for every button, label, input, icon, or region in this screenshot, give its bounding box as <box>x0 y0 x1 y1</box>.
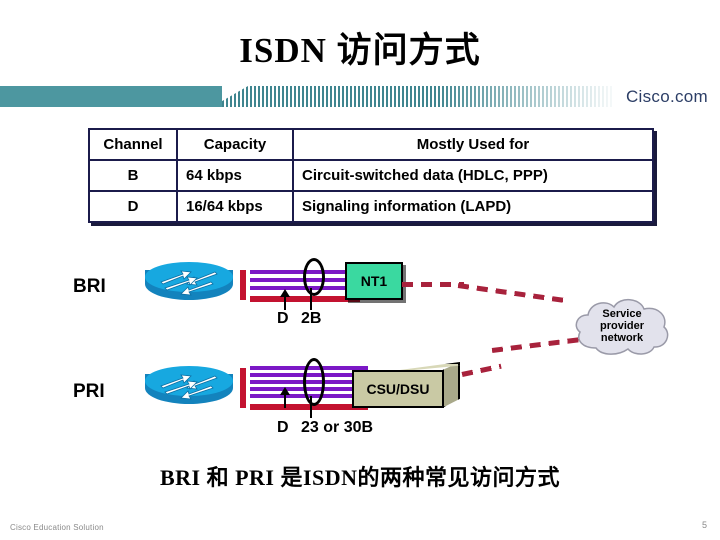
cloud-label-line1: Service <box>602 308 642 320</box>
csu-dsu-label: CSU/DSU <box>352 370 444 408</box>
cell-used-for: Circuit-switched data (HDLC, PPP) <box>292 159 654 192</box>
cisco-com-brand: Cisco.com <box>625 87 708 106</box>
page-title: ISDN 访问方式 <box>239 31 481 70</box>
pri-wan-link <box>491 337 582 353</box>
table-row: D 16/64 kbps Signaling information (LAPD… <box>88 190 654 223</box>
table-header-row: Channel Capacity Mostly Used for <box>88 128 654 161</box>
bri-wan-link <box>402 282 464 287</box>
header-channel: Channel <box>88 128 178 161</box>
cell-used-for: Signaling information (LAPD) <box>292 190 654 223</box>
footer-course-name: Cisco Education Solution <box>10 523 104 532</box>
bri-row-label: BRI <box>73 276 106 297</box>
router-icon <box>145 366 233 412</box>
pri-d-channel-pointer <box>280 387 290 408</box>
router-icon <box>145 262 233 308</box>
pri-interface-connector <box>240 368 246 408</box>
banner-stripes <box>222 86 612 107</box>
cisco-banner: Cisco.com <box>0 86 720 112</box>
header-used-for: Mostly Used for <box>292 128 654 161</box>
service-provider-cloud: Service provider network <box>570 294 674 358</box>
bri-interface-connector <box>240 270 246 300</box>
footer-page-number: 5 <box>701 520 707 530</box>
pri-b-channel-label: 23 or 30B <box>301 419 374 436</box>
pri-row-label: PRI <box>73 381 105 402</box>
banner-solid-bar <box>0 86 228 107</box>
bri-b-channel-label: 2B <box>301 310 322 327</box>
pri-b-channel-bundle-marker <box>303 358 325 406</box>
csu-dsu-device: CSU/DSU <box>352 362 460 408</box>
pri-b-channel-leader-line <box>310 396 312 418</box>
bri-d-channel-label: D <box>277 310 289 327</box>
router-arrows-icon <box>160 270 218 296</box>
nt1-device: NT1 <box>345 262 403 300</box>
router-arrows-icon <box>160 374 218 400</box>
cloud-label-line3: network <box>600 332 644 344</box>
slide-caption: BRI 和 PRI 是ISDN的两种常见访问方式 <box>159 465 561 490</box>
bri-b-channel-bundle-marker <box>303 258 325 296</box>
cell-capacity: 16/64 kbps <box>176 190 294 223</box>
cell-channel: D <box>88 190 178 223</box>
isdn-channel-table: Channel Capacity Mostly Used for B 64 kb… <box>88 128 654 223</box>
header-capacity: Capacity <box>176 128 294 161</box>
bri-b-channel-leader-line <box>310 288 312 310</box>
cell-capacity: 64 kbps <box>176 159 294 192</box>
bri-wan-link <box>457 283 566 304</box>
bri-d-channel-pointer <box>280 289 290 310</box>
cell-channel: B <box>88 159 178 192</box>
pri-wan-link <box>461 363 502 377</box>
csu-dsu-side-face <box>442 362 460 408</box>
pri-d-channel-label: D <box>277 419 289 436</box>
cloud-label: Service provider network <box>570 308 674 344</box>
cloud-label-line2: provider <box>599 320 644 332</box>
table-row: B 64 kbps Circuit-switched data (HDLC, P… <box>88 159 654 192</box>
d-channel-line <box>250 404 368 410</box>
d-channel-line <box>250 296 360 302</box>
